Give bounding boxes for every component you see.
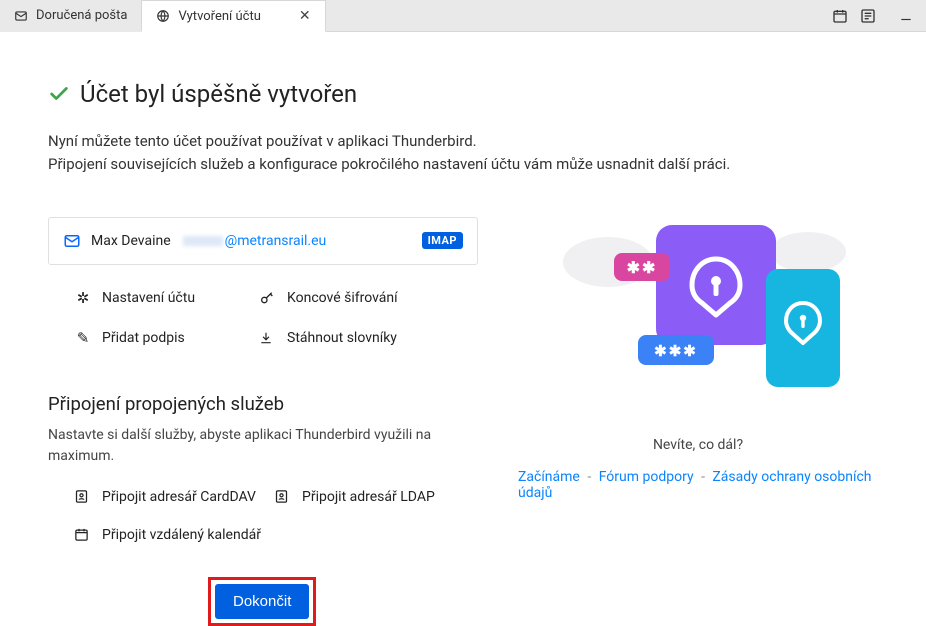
tab-bar: Doručená pošta Vytvoření účtu ✕ bbox=[0, 0, 926, 32]
e2e-encryption-link[interactable]: Koncové šifrování bbox=[259, 289, 478, 307]
account-summary: Max Devaine @metransrail.eu IMAP bbox=[48, 217, 478, 265]
linked-services-title: Připojení propojených služeb bbox=[48, 393, 478, 415]
inbox-icon bbox=[14, 9, 28, 23]
svg-text:✱✱✱: ✱✱✱ bbox=[654, 342, 698, 360]
check-icon bbox=[48, 83, 70, 105]
page-title: Účet byl úspěšně vytvořen bbox=[48, 80, 878, 108]
connect-carddav-link[interactable]: Připojit adresář CardDAV bbox=[74, 489, 274, 505]
tasks-icon[interactable] bbox=[854, 2, 882, 30]
finish-button-highlight: Dokončit bbox=[208, 577, 316, 626]
connect-calendar-link[interactable]: Připojit vzdálený kalendář bbox=[74, 527, 274, 543]
account-settings-link[interactable]: ✲ Nastavení účtu bbox=[74, 289, 259, 307]
close-icon[interactable]: ✕ bbox=[299, 8, 311, 24]
help-question: Nevíte, co dál? bbox=[653, 437, 743, 453]
calendar-icon[interactable] bbox=[826, 2, 854, 30]
add-signature-link[interactable]: ✎ Přidat podpis bbox=[74, 329, 259, 347]
main-content: Účet byl úspěšně vytvořen Nyní můžete te… bbox=[0, 32, 926, 626]
page-title-text: Účet byl úspěšně vytvořen bbox=[80, 80, 357, 108]
minimize-icon[interactable] bbox=[892, 2, 920, 30]
finish-button[interactable]: Dokončit bbox=[215, 584, 309, 619]
tab-inbox[interactable]: Doručená pošta bbox=[0, 0, 141, 32]
account-name: Max Devaine bbox=[91, 233, 171, 249]
calendar-icon bbox=[74, 527, 92, 542]
download-dictionaries-link[interactable]: Stáhnout slovníky bbox=[259, 329, 478, 347]
getting-started-link[interactable]: Začínáme bbox=[518, 469, 580, 485]
intro-paragraph: Nyní můžete tento účet používat používat… bbox=[48, 130, 878, 177]
key-icon bbox=[259, 290, 277, 306]
protocol-badge: IMAP bbox=[422, 232, 463, 249]
illustration: ✱✱ ✱✱✱ bbox=[538, 207, 858, 397]
redacted-email-user bbox=[183, 236, 223, 246]
mail-icon bbox=[63, 232, 81, 250]
svg-text:✱✱: ✱✱ bbox=[627, 258, 658, 277]
tab-create-account[interactable]: Vytvoření účtu ✕ bbox=[141, 0, 325, 32]
pencil-icon: ✎ bbox=[74, 329, 92, 347]
tab-inbox-label: Doručená pošta bbox=[36, 8, 127, 23]
download-icon bbox=[259, 331, 277, 345]
addressbook-icon bbox=[274, 489, 292, 504]
help-links: Začínáme - Fórum podpory - Zásady ochran… bbox=[518, 469, 878, 501]
support-forum-link[interactable]: Fórum podpory bbox=[599, 469, 694, 485]
account-email: @metransrail.eu bbox=[181, 233, 327, 249]
linked-services-subtitle: Nastavte si další služby, abyste aplikac… bbox=[48, 425, 478, 467]
addressbook-icon bbox=[74, 489, 92, 504]
globe-icon bbox=[156, 9, 170, 23]
gear-icon: ✲ bbox=[74, 289, 92, 307]
tab-create-label: Vytvoření účtu bbox=[178, 9, 260, 24]
connect-ldap-link[interactable]: Připojit adresář LDAP bbox=[274, 489, 478, 505]
